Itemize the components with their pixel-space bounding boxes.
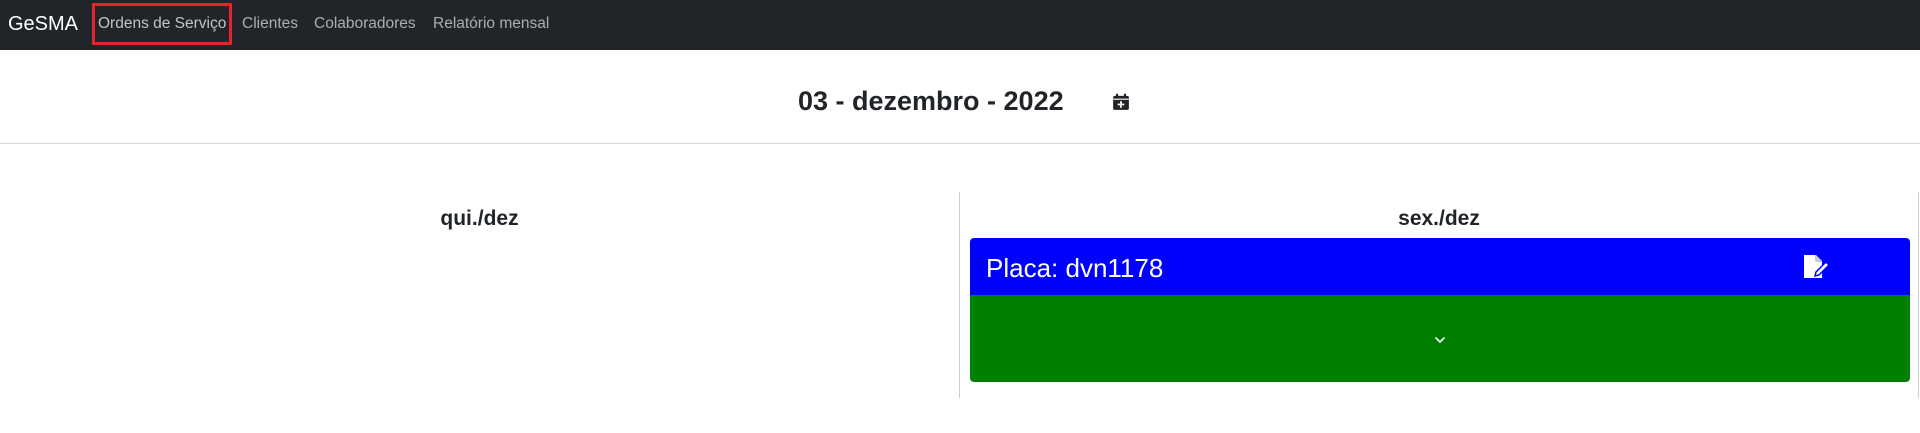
nav-link-relatorio-mensal[interactable]: Relatório mensal [433,14,549,34]
nav-highlight-outline [92,3,232,45]
chevron-down-icon[interactable] [1433,333,1447,345]
nav-link-clientes[interactable]: Clientes [242,14,298,34]
column-divider [1918,192,1919,398]
card-title: Placa: dvn1178 [986,253,1164,283]
day-label: qui./dez [440,207,519,230]
calendar-plus-icon[interactable] [1112,93,1130,111]
current-date-title: 03 - dezembro - 2022 [798,86,1064,116]
service-order-card: Placa: dvn1178 [970,238,1910,382]
day-column-thursday: qui./dez [0,192,959,398]
nav-link-colaboradores[interactable]: Colaboradores [314,14,416,34]
file-edit-icon[interactable] [1802,253,1834,281]
card-body [970,295,1910,382]
card-header: Placa: dvn1178 [970,238,1910,295]
top-navbar: GeSMA Ordens de Serviço Clientes Colabor… [0,0,1920,50]
day-label: sex./dez [1398,207,1480,230]
day-column-friday: sex./dez Placa: dvn1178 [960,192,1918,398]
brand-logo[interactable]: GeSMA [8,12,78,36]
date-header: 03 - dezembro - 2022 [0,50,1920,144]
